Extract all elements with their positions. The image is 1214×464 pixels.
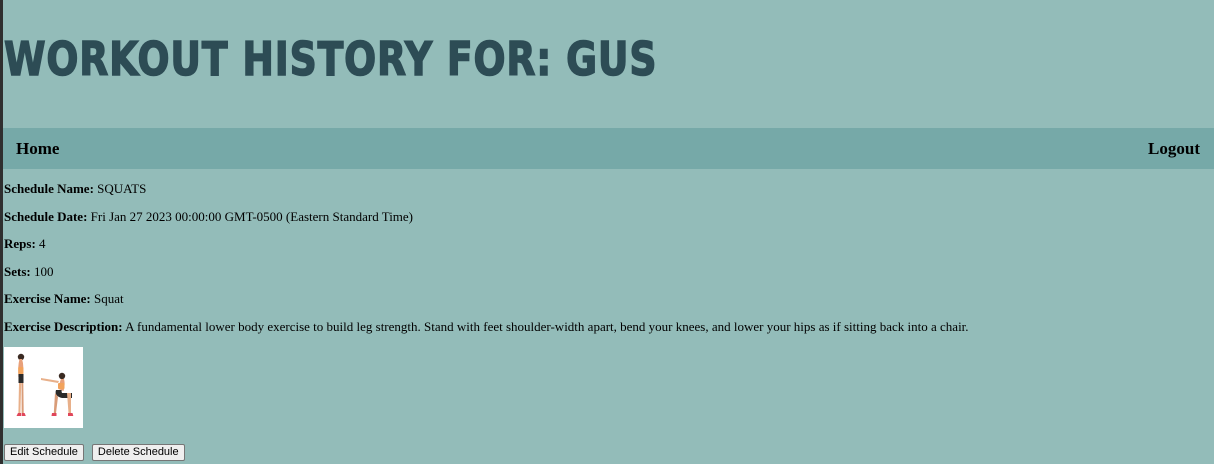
sets-row: Sets: 100 bbox=[4, 264, 53, 280]
schedule-name-value: SQUATS bbox=[97, 181, 147, 196]
schedule-actions: Edit Schedule Delete Schedule bbox=[4, 444, 185, 461]
page-header: WORKOUT HISTORY FOR: GUS bbox=[0, 0, 1214, 128]
exercise-image bbox=[4, 347, 83, 428]
exercise-name-label: Exercise Name: bbox=[4, 291, 91, 306]
reps-label: Reps: bbox=[4, 236, 36, 251]
home-link[interactable]: Home bbox=[16, 139, 59, 159]
reps-row: Reps: 4 bbox=[4, 236, 46, 252]
schedule-date-row: Schedule Date: Fri Jan 27 2023 00:00:00 … bbox=[4, 209, 413, 225]
delete-schedule-button[interactable]: Delete Schedule bbox=[91, 444, 185, 461]
exercise-description-value: A fundamental lower body exercise to bui… bbox=[125, 319, 969, 334]
schedule-name-label: Schedule Name: bbox=[4, 181, 94, 196]
exercise-description-row: Exercise Description: A fundamental lowe… bbox=[4, 319, 969, 335]
schedule-date-label: Schedule Date: bbox=[4, 209, 88, 224]
edit-schedule-button[interactable]: Edit Schedule bbox=[4, 444, 84, 461]
sets-label: Sets: bbox=[4, 264, 31, 279]
navbar: Home Logout bbox=[0, 128, 1214, 169]
exercise-description-label: Exercise Description: bbox=[4, 319, 123, 334]
schedule-name-row: Schedule Name: SQUATS bbox=[4, 181, 146, 197]
squat-illustration-icon bbox=[16, 353, 74, 416]
reps-value: 4 bbox=[39, 236, 46, 251]
sets-value: 100 bbox=[33, 264, 54, 279]
exercise-name-value: Squat bbox=[94, 291, 124, 306]
exercise-name-row: Exercise Name: Squat bbox=[4, 291, 124, 307]
page-title: WORKOUT HISTORY FOR: GUS bbox=[3, 32, 658, 86]
logout-link[interactable]: Logout bbox=[1148, 139, 1200, 159]
schedule-date-value: Fri Jan 27 2023 00:00:00 GMT-0500 (Easte… bbox=[90, 209, 414, 224]
